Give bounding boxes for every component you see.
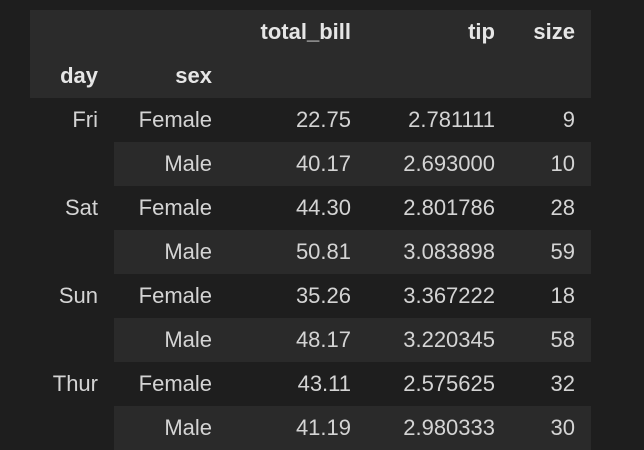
sex-index-cell: Female (114, 186, 228, 230)
size-cell: 32 (511, 362, 591, 406)
total-bill-cell: 43.11 (228, 362, 367, 406)
size-cell: 9 (511, 98, 591, 142)
index-name-row: day sex (30, 54, 591, 98)
groupby-table: total_bill tip size day sex Fri Female 2… (30, 10, 591, 450)
dataframe-output: total_bill tip size day sex Fri Female 2… (30, 10, 591, 450)
table-row: Male 41.19 2.980333 30 (30, 406, 591, 450)
tip-cell: 2.575625 (367, 362, 511, 406)
day-index-cell (30, 230, 114, 274)
day-index-cell: Fri (30, 98, 114, 142)
total-bill-cell: 40.17 (228, 142, 367, 186)
day-index-cell: Sun (30, 274, 114, 318)
day-index-cell (30, 318, 114, 362)
size-cell: 10 (511, 142, 591, 186)
header-blank-total-bill (228, 54, 367, 98)
column-header-tip: tip (468, 19, 495, 44)
size-cell: 28 (511, 186, 591, 230)
total-bill-cell: 44.30 (228, 186, 367, 230)
table-row: Male 48.17 3.220345 58 (30, 318, 591, 362)
sex-index-cell: Female (114, 274, 228, 318)
total-bill-cell: 35.26 (228, 274, 367, 318)
header-blank-day (30, 10, 114, 54)
header-blank-tip (367, 54, 511, 98)
column-header-row: total_bill tip size (30, 10, 591, 54)
total-bill-cell: 41.19 (228, 406, 367, 450)
size-cell: 30 (511, 406, 591, 450)
tip-cell: 2.781111 (367, 98, 511, 142)
table-row: Sat Female 44.30 2.801786 28 (30, 186, 591, 230)
table-header: total_bill tip size day sex (30, 10, 591, 98)
size-cell: 18 (511, 274, 591, 318)
column-header-total-bill: total_bill (260, 19, 351, 44)
tip-cell: 2.980333 (367, 406, 511, 450)
tip-cell: 2.801786 (367, 186, 511, 230)
index-name-sex: sex (175, 63, 212, 88)
total-bill-cell: 22.75 (228, 98, 367, 142)
table-row: Sun Female 35.26 3.367222 18 (30, 274, 591, 318)
tip-cell: 3.367222 (367, 274, 511, 318)
sex-index-cell: Female (114, 98, 228, 142)
table-row: Male 40.17 2.693000 10 (30, 142, 591, 186)
tip-cell: 2.693000 (367, 142, 511, 186)
tip-cell: 3.220345 (367, 318, 511, 362)
table-row: Fri Female 22.75 2.781111 9 (30, 98, 591, 142)
day-index-cell (30, 406, 114, 450)
header-blank-size (511, 54, 591, 98)
sex-index-cell: Male (114, 142, 228, 186)
sex-index-cell: Male (114, 406, 228, 450)
table-row: Male 50.81 3.083898 59 (30, 230, 591, 274)
sex-index-cell: Male (114, 318, 228, 362)
day-index-cell (30, 142, 114, 186)
table-body: Fri Female 22.75 2.781111 9 Male 40.17 2… (30, 98, 591, 450)
size-cell: 59 (511, 230, 591, 274)
total-bill-cell: 48.17 (228, 318, 367, 362)
sex-index-cell: Male (114, 230, 228, 274)
column-header-size: size (533, 19, 575, 44)
tip-cell: 3.083898 (367, 230, 511, 274)
total-bill-cell: 50.81 (228, 230, 367, 274)
size-cell: 58 (511, 318, 591, 362)
index-name-day: day (60, 63, 98, 88)
table-row: Thur Female 43.11 2.575625 32 (30, 362, 591, 406)
header-blank-sex (114, 10, 228, 54)
day-index-cell: Thur (30, 362, 114, 406)
sex-index-cell: Female (114, 362, 228, 406)
day-index-cell: Sat (30, 186, 114, 230)
